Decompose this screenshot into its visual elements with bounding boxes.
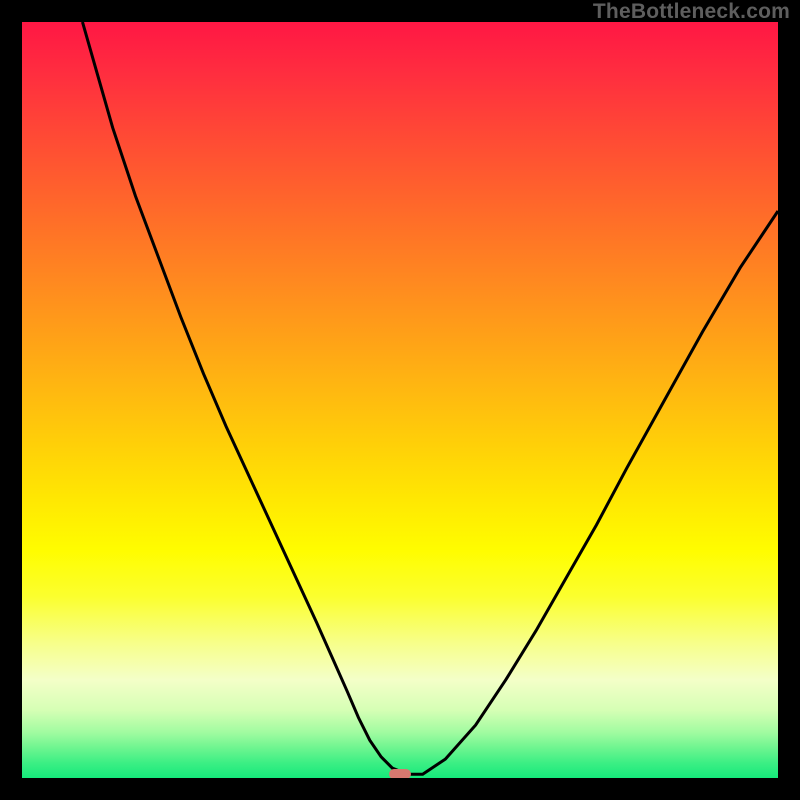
- optimal-point-marker: [389, 769, 411, 778]
- curve-path: [82, 22, 778, 774]
- watermark-text: TheBottleneck.com: [593, 0, 790, 24]
- bottleneck-curve: [22, 22, 778, 778]
- chart-container: TheBottleneck.com: [0, 0, 800, 800]
- plot-area: [22, 22, 778, 778]
